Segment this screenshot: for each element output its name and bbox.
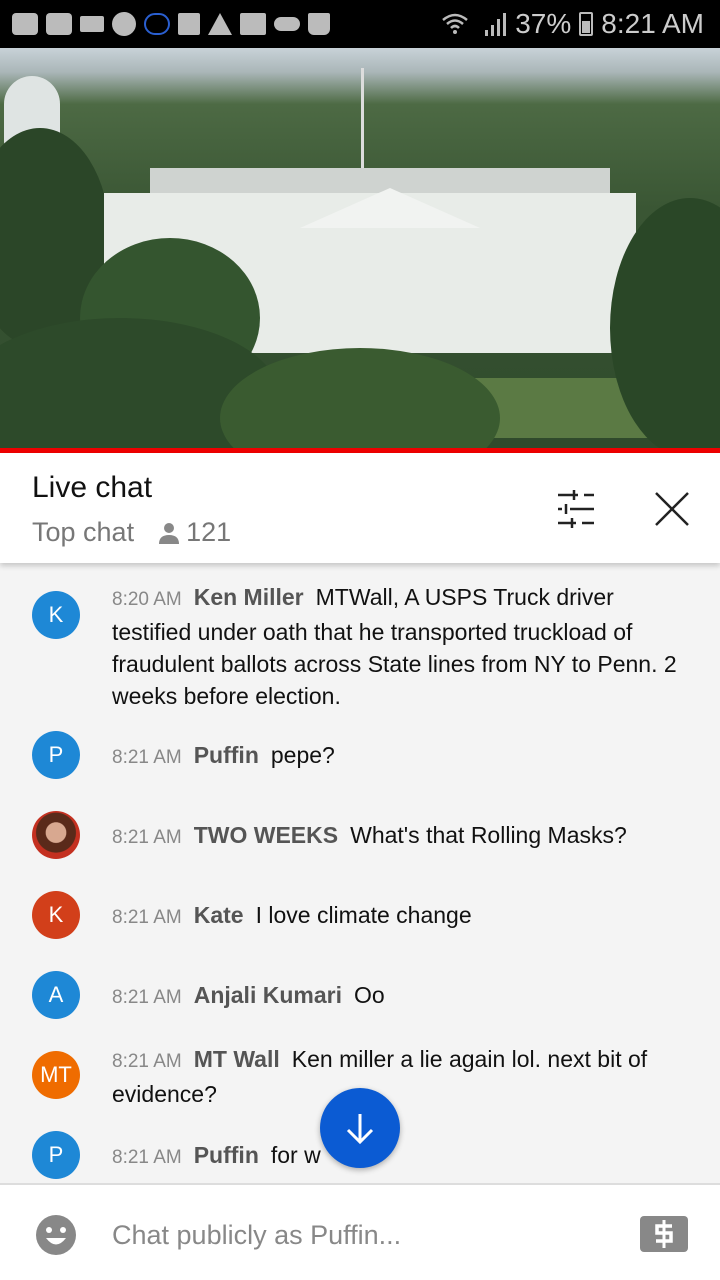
avatar[interactable]: P <box>32 731 80 779</box>
notification-icons <box>0 12 330 36</box>
avatar-letter: P <box>48 1142 64 1167</box>
message-text: for w <box>270 1142 321 1168</box>
chat-message[interactable]: K 8:20 AM Ken Miller MTWall, A USPS Truck … <box>0 581 720 712</box>
youtube-icon <box>46 13 72 35</box>
message-author[interactable]: TWO WEEKS <box>194 822 338 848</box>
message-time: 8:21 AM <box>112 747 182 768</box>
message-time: 8:21 AM <box>112 827 182 848</box>
shopping-bag-icon <box>308 13 330 35</box>
flagpole <box>361 68 364 178</box>
dollar-icon <box>655 1220 673 1248</box>
chat-message[interactable]: 8:21 AM TWO WEEKS What's that Rolling Mask… <box>0 811 657 859</box>
message-author[interactable]: Ken Miller <box>194 584 304 610</box>
chat-input[interactable] <box>112 1213 592 1257</box>
viewer-count-value: 121 <box>186 517 232 547</box>
chat-message[interactable]: K 8:21 AM Kate I love climate change <box>0 891 502 939</box>
avatar[interactable]: P <box>32 1131 80 1179</box>
message-author[interactable]: MT Wall <box>194 1046 280 1072</box>
message-time: 8:21 AM <box>112 1147 182 1168</box>
person-icon <box>159 522 180 544</box>
chat-mode-selector[interactable]: Top chat <box>32 517 134 548</box>
sliders-icon <box>558 490 594 528</box>
warning-icon <box>208 13 232 35</box>
message-time: 8:21 AM <box>112 907 182 928</box>
message-text: pepe? <box>270 742 335 768</box>
avatar[interactable]: A <box>32 971 80 1019</box>
chat-title: Live chat <box>32 471 153 504</box>
avatar[interactable]: K <box>32 591 80 639</box>
clock: 8:21 AM <box>601 8 704 39</box>
filter-button[interactable] <box>552 487 600 531</box>
message-author[interactable]: Anjali Kumari <box>194 982 342 1008</box>
message-text: I love climate change <box>255 902 472 928</box>
super-chat-button[interactable] <box>640 1216 688 1252</box>
message-author[interactable]: Puffin <box>194 1142 259 1168</box>
smiley-icon <box>36 1215 76 1255</box>
scroll-to-bottom-button[interactable] <box>320 1088 400 1168</box>
folder-icon <box>178 13 200 35</box>
message-text: What's that Rolling Masks? <box>350 822 627 848</box>
m-app-icon <box>112 12 136 36</box>
emoji-button[interactable] <box>36 1215 76 1255</box>
message-text: Oo <box>353 982 385 1008</box>
avatar-letter: K <box>48 902 64 927</box>
battery-percent: 37% <box>515 8 572 39</box>
avatar-letter: K <box>48 602 64 627</box>
close-icon <box>655 492 689 526</box>
signal-icon <box>485 13 507 36</box>
image-icon <box>240 13 266 35</box>
chat-message[interactable]: P 8:21 AM Puffin pepe? <box>0 731 365 779</box>
viewer-count: 121 <box>158 517 231 548</box>
arrow-down-icon <box>346 1114 374 1145</box>
avatar-image[interactable] <box>32 811 80 859</box>
message-time: 8:20 AM <box>112 589 182 610</box>
avatar-letter: MT <box>40 1062 72 1087</box>
cloud-icon <box>274 17 300 31</box>
chat-message[interactable]: A 8:21 AM Anjali Kumari Oo <box>0 971 415 1019</box>
message-time: 8:21 AM <box>112 987 182 1008</box>
avatar-letter: P <box>48 742 64 767</box>
avatar-letter: A <box>48 982 64 1007</box>
battery-icon <box>579 12 594 36</box>
message-author[interactable]: Kate <box>194 902 244 928</box>
status-bar: 37% 8:21 AM <box>0 0 720 48</box>
video-player[interactable] <box>0 48 720 450</box>
avatar[interactable]: MT <box>32 1051 80 1099</box>
chat-message[interactable]: P 8:21 AM Puffin for w <box>0 1131 351 1179</box>
message-author[interactable]: Puffin <box>194 742 259 768</box>
message-time: 8:21 AM <box>112 1051 182 1072</box>
cloud-outline-icon <box>144 13 170 35</box>
crown-icon <box>80 16 104 32</box>
youtube-icon <box>12 13 38 35</box>
chat-header: Live chat Top chat 121 <box>0 453 720 563</box>
wifi-icon <box>442 13 469 34</box>
close-button[interactable] <box>648 485 696 533</box>
avatar[interactable]: K <box>32 891 80 939</box>
chat-input-bar <box>0 1183 720 1280</box>
